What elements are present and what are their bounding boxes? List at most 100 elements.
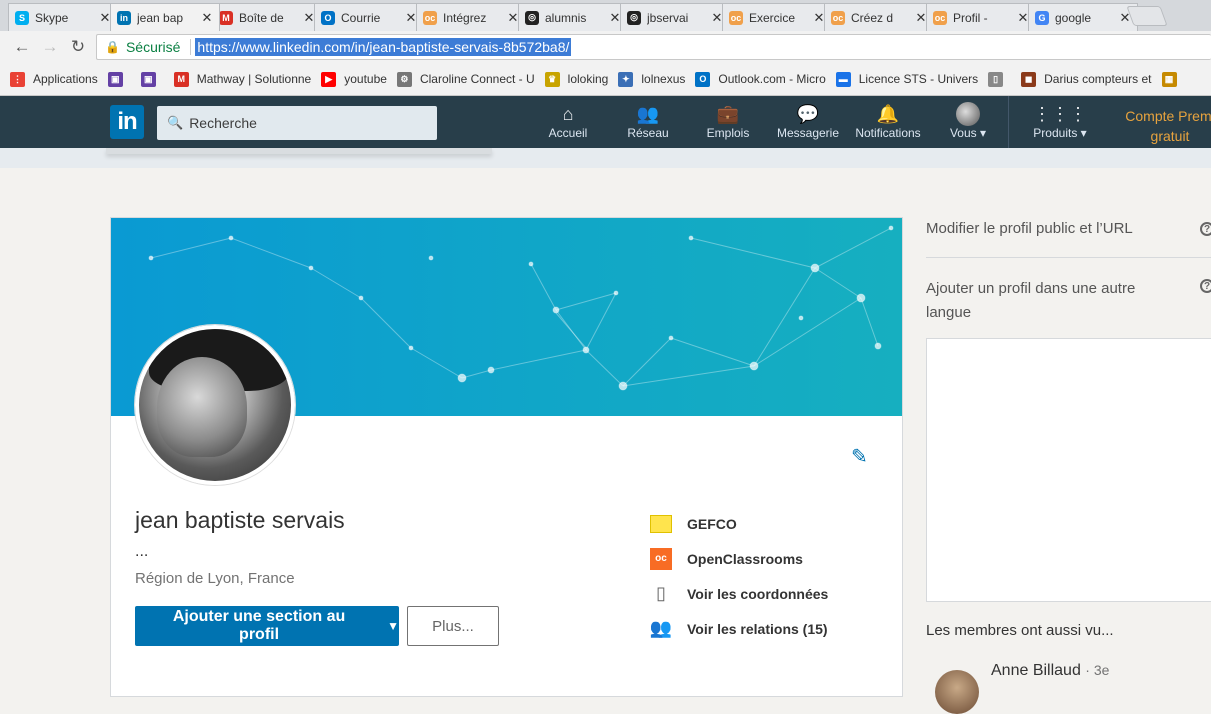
lolnexus-icon: ✦ (618, 71, 634, 87)
browser-tab[interactable]: oc Exercice ✕ (722, 3, 832, 31)
reload-button-icon[interactable]: ↻ (64, 37, 92, 57)
browser-tab[interactable]: ◎ jbservai ✕ (620, 3, 730, 31)
profile-side-item[interactable]: ▯ Voir les coordonnées (649, 576, 828, 611)
profile-photo[interactable] (135, 325, 295, 485)
avatar (956, 102, 980, 126)
search-input[interactable]: 🔍 Recherche (157, 106, 437, 140)
github-icon: ◎ (525, 10, 539, 25)
nav-item-notifications[interactable]: 🔔 Notifications (848, 102, 928, 140)
browser-tab[interactable]: M Boîte de ✕ (212, 3, 322, 31)
bookmark-item[interactable]: ▣ (140, 71, 164, 87)
browser-tab[interactable]: O Courrie ✕ (314, 3, 424, 31)
nav-item-label: Accueil (548, 126, 588, 140)
github-icon: ◎ (627, 10, 641, 25)
browser-tab[interactable]: oc Intégrez ✕ (416, 3, 526, 31)
profile-side-item[interactable]: 👥 Voir les relations (15) (649, 611, 828, 646)
bookmark-item[interactable]: ◼ Darius compteurs et (1021, 71, 1152, 87)
bookmark-item[interactable]: ▦ (1161, 71, 1185, 87)
avatar-icon (928, 102, 1008, 126)
back-button-icon[interactable]: ← (8, 37, 36, 57)
address-bar[interactable]: 🔒 Sécurisé https://www.linkedin.com/in/j… (96, 34, 1211, 60)
member-avatar[interactable] (935, 670, 979, 714)
nav-item-network[interactable]: 👥 Réseau (608, 102, 688, 140)
nav-item-messaging[interactable]: 💬 Messagerie (768, 102, 848, 140)
linkedin-navbar: in 🔍 Recherche ⌂ Accueil 👥 Réseau 💼 Emplois 💬 M… (0, 96, 1211, 148)
browser-tab[interactable]: Ggoogle ✕ (1028, 3, 1138, 31)
jobs-icon: 💼 (716, 104, 740, 124)
linkedin-logo-icon[interactable]: in (110, 105, 144, 139)
profile-side-label: OpenClassrooms (687, 550, 803, 567)
edit-public-profile-link[interactable]: Modifier le profil public et l’URL ? (926, 220, 1211, 258)
profile-side-label: Voir les relations (15) (687, 620, 828, 637)
browser-tab[interactable]: oc Créez d ✕ (824, 3, 934, 31)
browser-tab[interactable]: oc Profil - ✕ (926, 3, 1036, 31)
premium-trial-link[interactable]: Compte Premi gratuit (1115, 106, 1211, 146)
browser-tab[interactable]: in jean bap ✕ (110, 3, 220, 31)
profile-location: Région de Lyon, France (135, 570, 295, 587)
loloking-icon: ♛ (544, 71, 560, 87)
caret-down-icon: ▼ (387, 619, 399, 633)
twitch-icon: ▣ (107, 71, 123, 87)
browser-tab[interactable]: S Skype ✕ (8, 3, 118, 31)
bookmarks-bar: ⋮ Applications ▣ ▣ M Mathway | Solutionne ▶ you… (0, 63, 1211, 96)
member-degree: · 3e (1085, 662, 1110, 678)
bookmark-item[interactable]: O Outlook.com - Micro (695, 71, 826, 87)
add-language-profile-link[interactable]: Ajouter un profil dans une autre langue (926, 277, 1166, 325)
edit-pencil-icon[interactable]: ✎ (851, 444, 868, 469)
bookmark-item[interactable]: ▯ (988, 71, 1011, 87)
member-name[interactable]: Anne Billaud · 3e (991, 662, 1109, 680)
more-button[interactable]: Plus... (407, 606, 499, 646)
bookmark-item[interactable]: ▣ (107, 71, 131, 87)
network-icon: 👥 (636, 104, 660, 124)
tab-title: Boîte de (239, 10, 284, 25)
url-text[interactable]: https://www.linkedin.com/in/jean-baptist… (195, 38, 572, 56)
close-tab-icon[interactable]: ✕ (199, 10, 215, 26)
profile-side-item[interactable]: GEFCO (649, 506, 828, 541)
tab-title: jbservai (647, 10, 689, 25)
home-icon: ⌂ (562, 104, 574, 124)
nav-item-home[interactable]: ⌂ Accueil (528, 102, 608, 140)
bookmark-item[interactable]: ✦ lolnexus (618, 71, 685, 87)
nav-item-label: Réseau (627, 126, 669, 140)
bookmark-label: Darius compteurs et (1044, 72, 1152, 86)
nav-divider (1008, 96, 1009, 148)
add-profile-section-button[interactable]: Ajouter une section au profil ▼ (135, 606, 399, 646)
profile-side-item[interactable]: oc OpenClassrooms (649, 541, 828, 576)
nav-item-avatar[interactable]: Vous ▾ (928, 102, 1008, 140)
navigation-row: ← → ↻ 🔒 Sécurisé https://www.linkedin.co… (0, 31, 1211, 63)
bookmark-label: loloking (567, 72, 609, 86)
tab-title: jean bap (137, 10, 184, 25)
nav-item-label: Vous ▾ (949, 126, 987, 140)
bookmark-item[interactable]: M Mathway | Solutionne (173, 71, 312, 87)
bookmark-app-icon: ▦ (1161, 71, 1177, 87)
gmail-icon: M (219, 10, 233, 25)
bookmark-item[interactable]: ▬ Licence STS - Univers (835, 71, 978, 87)
openclassrooms-logo-icon: oc (649, 547, 673, 570)
member-card[interactable]: Anne Billaud · 3e (927, 660, 1211, 714)
openclassrooms-icon: oc (423, 10, 437, 25)
products-grid-icon: ⋮⋮⋮ (1033, 104, 1087, 124)
google-icon: G (1035, 10, 1049, 25)
help-icon[interactable]: ? (1200, 222, 1211, 236)
lock-icon: 🔒 (105, 40, 120, 54)
add-profile-section-label: Ajouter une section au profil (172, 608, 346, 643)
help-icon[interactable]: ? (1200, 279, 1211, 293)
tab-title: Courrie (341, 10, 381, 25)
nav-item-products-grid[interactable]: ⋮⋮⋮ Produits ▾ (1020, 102, 1100, 140)
bookmark-item[interactable]: ♛ loloking (544, 71, 609, 87)
youtube-icon: ▶ (321, 71, 337, 87)
connections-icon: 👥 (649, 618, 673, 638)
messaging-icon: 💬 (796, 104, 820, 124)
nav-item-jobs[interactable]: 💼 Emplois (688, 102, 768, 140)
profile-headline: ... (135, 543, 149, 560)
bookmark-item[interactable]: ⚙ Claroline Connect - U (396, 71, 535, 87)
bookmark-item[interactable]: ⋮ Applications (10, 71, 98, 87)
bookmark-item[interactable]: ▶ youtube (321, 71, 387, 87)
gefco-logo-icon (649, 513, 673, 535)
darius-icon: ◼ (1021, 71, 1037, 87)
new-tab-button[interactable] (1126, 6, 1168, 26)
forward-button-icon[interactable]: → (36, 37, 64, 57)
skype-icon: S (15, 10, 29, 25)
bookmark-label: Mathway | Solutionne (196, 72, 312, 86)
browser-tab[interactable]: ◎ alumnis ✕ (518, 3, 628, 31)
